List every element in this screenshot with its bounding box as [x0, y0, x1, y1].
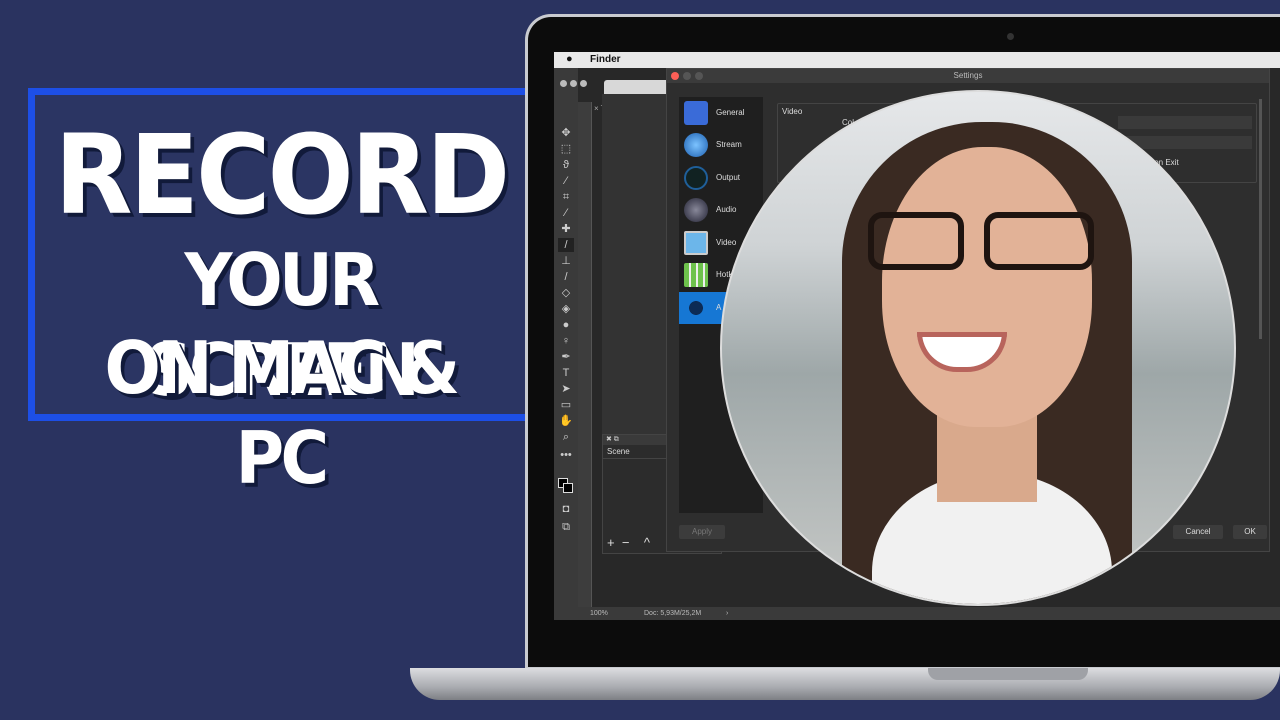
general-icon	[684, 101, 708, 125]
minimize-window-button[interactable]	[683, 72, 691, 80]
healing-brush-icon[interactable]: ✚	[558, 222, 574, 236]
antenna-icon	[684, 166, 708, 190]
pen-tool-icon[interactable]: ✒	[558, 350, 574, 364]
more-tools-icon[interactable]: •••	[558, 448, 574, 462]
laptop-base	[410, 668, 1280, 700]
cancel-button[interactable]: Cancel	[1173, 525, 1223, 539]
zoom-window-button[interactable]	[695, 72, 703, 80]
scrollbar[interactable]	[1259, 99, 1262, 339]
speaker-icon	[684, 198, 708, 222]
headline-line-3: ON MAC & PC	[104, 326, 460, 500]
headline-line-1: RECORD	[54, 111, 510, 239]
settings-titlebar: Settings	[667, 69, 1269, 83]
stamp-tool-icon[interactable]: ⊥	[558, 254, 574, 268]
menu-finder[interactable]: Finder	[590, 54, 621, 65]
headline-box: RECORD YOUR SCREEN ON MAC & PC	[28, 88, 533, 500]
zoom-level[interactable]: 100%	[590, 607, 608, 620]
quick-mask-icon[interactable]: ◘	[558, 502, 574, 516]
gears-icon	[684, 296, 708, 320]
dodge-tool-icon[interactable]: ♀	[558, 334, 574, 348]
window-controls[interactable]	[560, 74, 600, 87]
glasses-left	[868, 212, 964, 270]
eyedropper-icon[interactable]: ⁄	[558, 206, 574, 220]
obs-main-window	[602, 94, 672, 434]
type-tool-icon[interactable]: T	[558, 366, 574, 380]
glasses-right	[984, 212, 1094, 270]
paint-bucket-icon[interactable]: ◈	[558, 302, 574, 316]
sidebar-item-general[interactable]: General	[679, 97, 763, 129]
face	[882, 147, 1092, 427]
eraser-icon[interactable]: ◇	[558, 286, 574, 300]
apply-button[interactable]: Apply	[679, 525, 725, 539]
keyboard-icon	[684, 263, 708, 287]
dropdown-1[interactable]	[1118, 116, 1252, 129]
webcam	[1007, 33, 1014, 40]
mac-menubar: ● Finder	[554, 52, 1280, 68]
lasso-tool-icon[interactable]: ϑ	[558, 158, 574, 172]
photoshop-toolbar: ✥ ⬚ ϑ ⁄ ⌗ ⁄ ✚ / ⊥ / ◇ ◈ ● ♀ ✒ T ➤ ▭ ✋ ⌕ …	[554, 68, 587, 620]
marquee-tool-icon[interactable]: ⬚	[558, 142, 574, 156]
background-color-swatch[interactable]	[563, 483, 573, 493]
ok-button[interactable]: OK	[1233, 525, 1267, 539]
remove-scene-button[interactable]: −	[622, 535, 630, 550]
screen-mode-icon[interactable]: ⧉	[558, 520, 574, 534]
doc-info: Doc: 5,93M/25,2M	[644, 610, 702, 617]
apple-logo-icon[interactable]: ●	[566, 53, 573, 65]
vertical-ruler	[578, 102, 592, 608]
shape-tool-icon[interactable]: ▭	[558, 398, 574, 412]
path-select-icon[interactable]: ➤	[558, 382, 574, 396]
status-arrow-icon[interactable]: ›	[726, 607, 728, 620]
blur-tool-icon[interactable]: ●	[558, 318, 574, 332]
globe-icon	[684, 133, 708, 157]
close-window-button[interactable]	[671, 72, 679, 80]
sidebar-item-audio[interactable]: Audio	[679, 194, 763, 226]
photoshop-status-bar: 100% Doc: 5,93M/25,2M ›	[578, 607, 1280, 620]
sidebar-item-output[interactable]: Output	[679, 162, 763, 194]
history-brush-icon[interactable]: /	[558, 270, 574, 284]
sidebar-item-stream[interactable]: Stream	[679, 129, 763, 161]
magic-wand-icon[interactable]: ⁄	[558, 174, 574, 188]
obs-main-window-titlebar	[604, 80, 674, 94]
group-label: Video	[782, 107, 803, 116]
zoom-tool-icon[interactable]: ⌕	[558, 430, 574, 444]
presenter-webcam-circle	[720, 90, 1236, 606]
add-scene-button[interactable]: +	[607, 535, 615, 550]
monitor-icon	[684, 231, 708, 255]
settings-title: Settings	[953, 71, 983, 80]
crop-tool-icon[interactable]: ⌗	[558, 190, 574, 204]
laptop-notch	[928, 668, 1088, 680]
move-scene-up-button[interactable]: ^	[644, 535, 650, 550]
move-tool-icon[interactable]: ✥	[558, 126, 574, 140]
brush-tool-icon[interactable]: /	[558, 238, 574, 252]
hand-tool-icon[interactable]: ✋	[558, 414, 574, 428]
